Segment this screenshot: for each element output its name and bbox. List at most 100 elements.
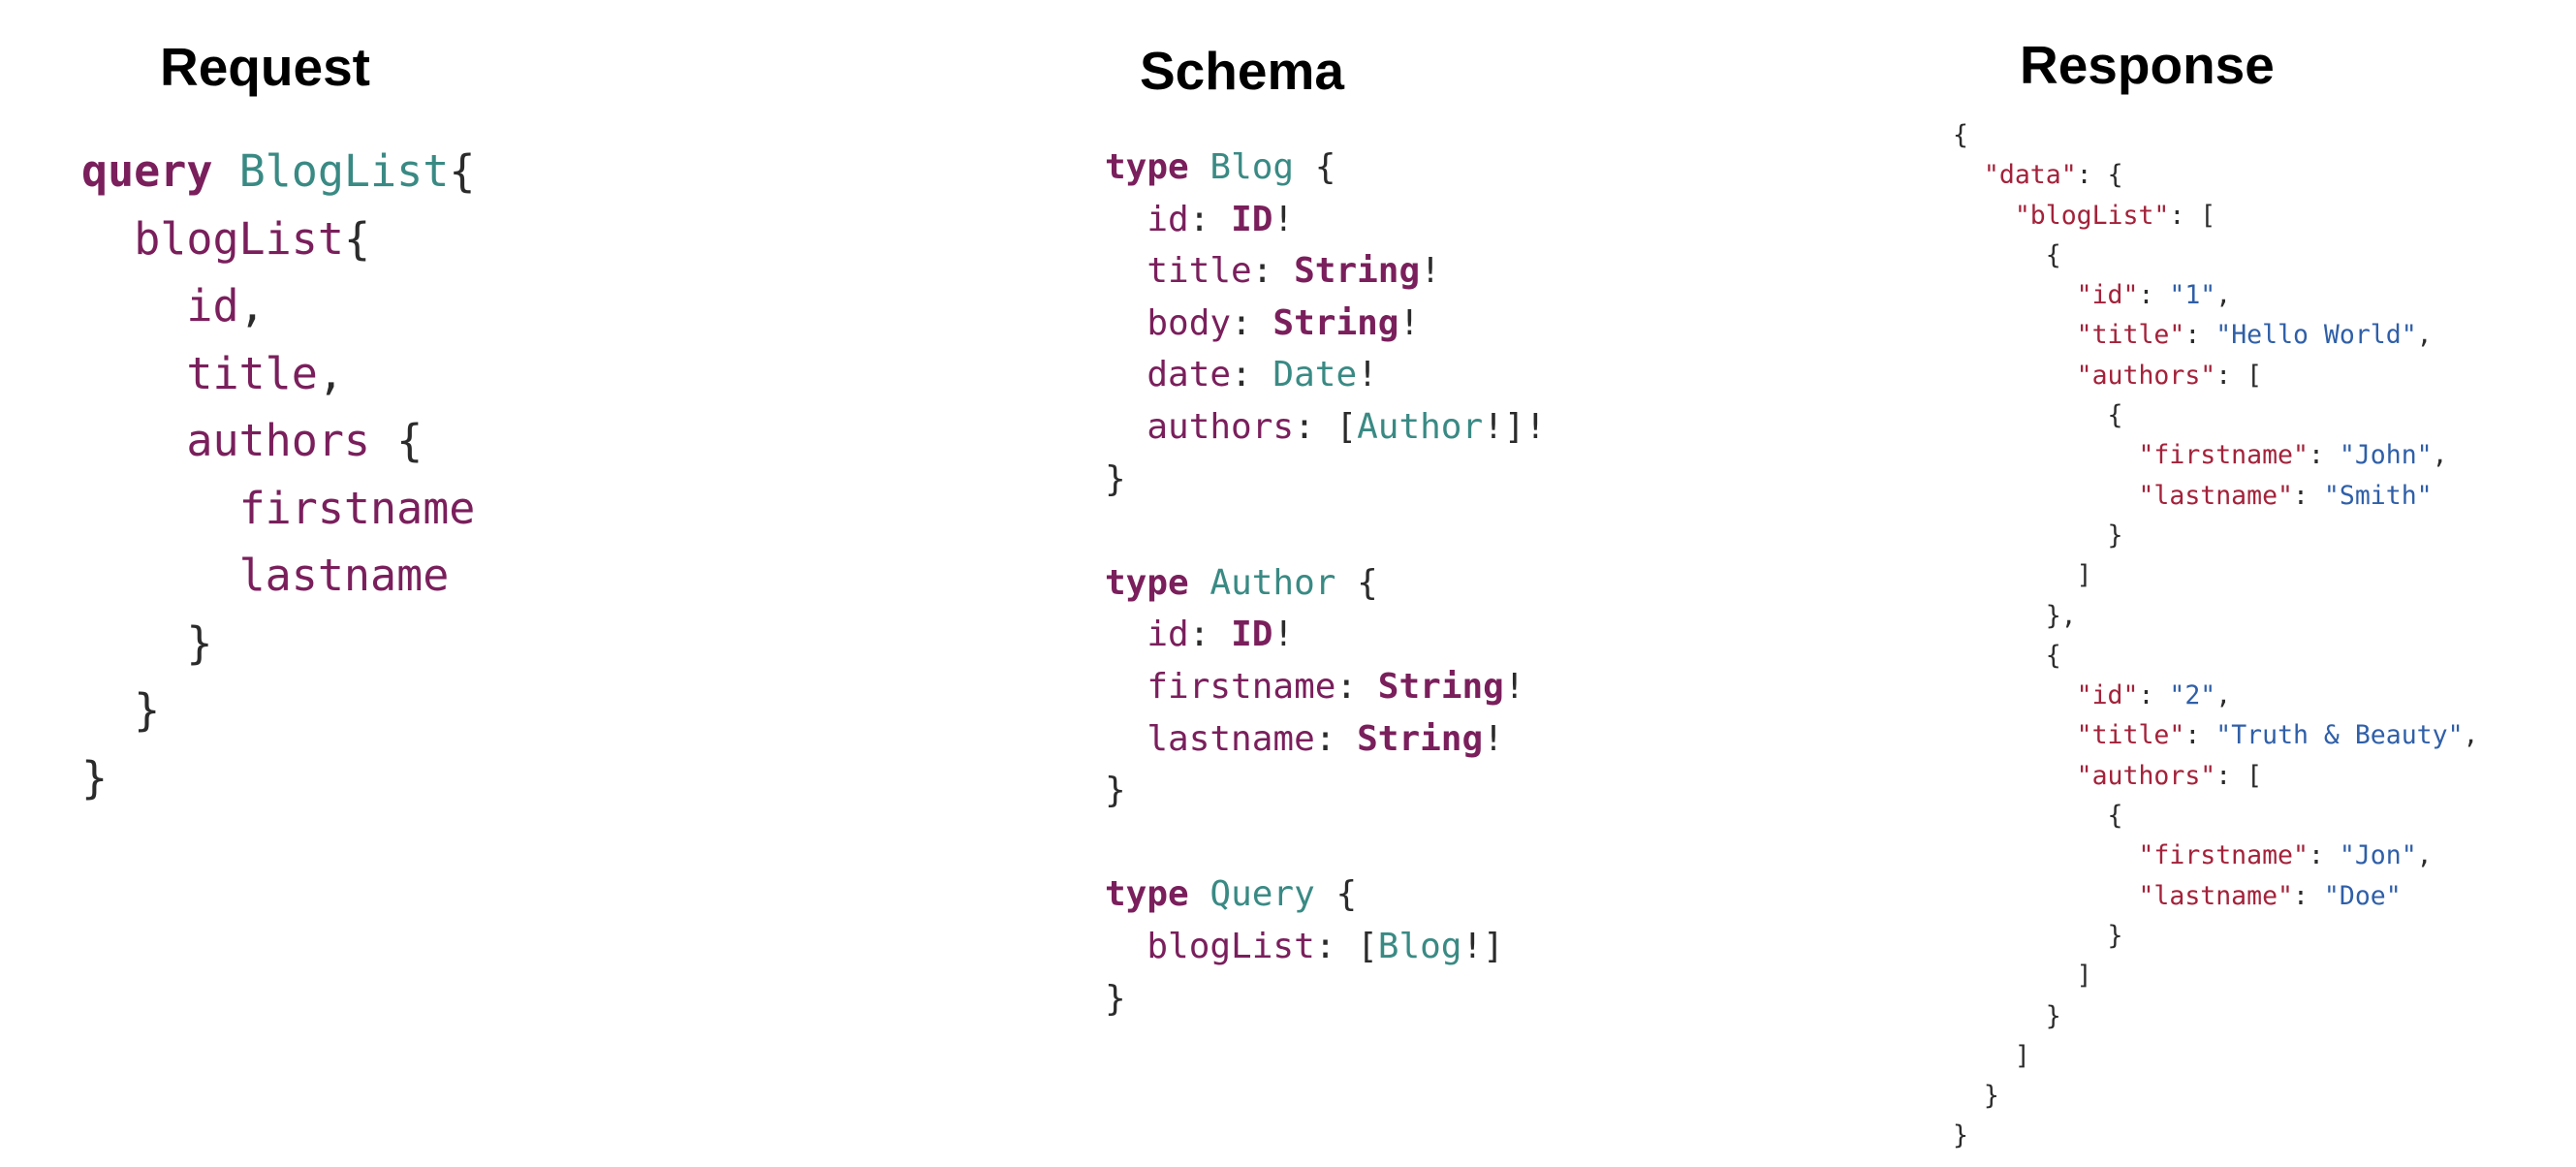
schema-code-line: type Author {	[1105, 557, 1546, 610]
request-code-token-punctuation: }	[81, 616, 213, 669]
schema-code-token-punctuation: !]	[1461, 926, 1504, 966]
request-code-token-punctuation: {	[449, 145, 476, 197]
schema-code-token-punctuation: !	[1483, 718, 1504, 759]
response-code-line: }	[1953, 516, 2479, 555]
request-code-token-field: lastname	[238, 550, 450, 601]
schema-code-token-punctuation	[1189, 874, 1210, 914]
schema-code-token-punctuation: !	[1503, 666, 1525, 707]
schema-code-token-field: id	[1147, 615, 1189, 655]
request-code-token-type-name: BlogList	[238, 145, 450, 197]
response-code-token-punctuation	[1953, 481, 2138, 511]
response-code-line: {	[1953, 115, 2479, 155]
response-code-token-punctuation: ]	[1953, 961, 2092, 992]
response-code-token-punctuation: }	[1953, 1000, 2061, 1031]
response-code-line: ]	[1953, 956, 2479, 995]
response-code-token-punctuation: }	[1953, 1120, 1968, 1151]
response-code-token-punctuation: ,	[2432, 440, 2448, 471]
request-code-line: firstname	[81, 475, 476, 543]
request-panel: Request query BlogList{ blogList{ id, ti…	[0, 0, 872, 1167]
response-code-line: {	[1953, 395, 2479, 435]
response-code-token-punctuation: ,	[2463, 720, 2479, 751]
response-code-line: {	[1953, 236, 2479, 275]
request-code-line: query BlogList{	[81, 138, 475, 205]
schema-code-token-field: authors	[1147, 406, 1295, 447]
response-code-line: ]	[1953, 555, 2479, 595]
request-code-line: }	[81, 610, 475, 678]
request-code-token-punctuation	[81, 280, 186, 331]
response-code-token-punctuation: :	[2293, 880, 2324, 911]
request-code-token-punctuation: }	[81, 751, 109, 804]
schema-code-token-type-name: Date	[1272, 355, 1358, 395]
response-code-line: "lastname": "Smith"	[1953, 476, 2479, 516]
response-code-token-punctuation: },	[1953, 600, 2077, 631]
request-code-token-field: title	[186, 347, 318, 399]
schema-code-token-punctuation	[1189, 147, 1210, 187]
response-code-token-json-key: "authors"	[2076, 760, 2216, 791]
schema-code-line: date: Date!	[1105, 349, 1546, 401]
response-code-token-json-key: "firstname"	[2138, 840, 2309, 871]
response-code-line: }	[1953, 996, 2479, 1036]
schema-code-token-punctuation: {	[1314, 874, 1358, 915]
schema-code-token-keyword: ID	[1231, 199, 1273, 239]
response-code-token-json-key: "firstname"	[2138, 440, 2309, 471]
schema-code-line: }	[1105, 973, 1546, 1025]
request-code-token-punctuation	[81, 550, 239, 601]
response-code-token-punctuation: :	[2184, 320, 2216, 351]
response-code-token-json-key: "title"	[2076, 720, 2185, 751]
request-code-token-punctuation	[81, 483, 239, 534]
schema-code-token-punctuation: !	[1357, 355, 1378, 395]
response-code-line: "authors": [	[1953, 756, 2479, 796]
response-code-token-json-string: "Jon"	[2339, 840, 2417, 871]
schema-code-token-punctuation	[1189, 563, 1210, 603]
schema-code-token-punctuation: }	[1105, 458, 1126, 499]
schema-code-token-punctuation: }	[1105, 771, 1126, 811]
schema-code-token-punctuation: :	[1251, 251, 1295, 292]
response-code-token-json-string: "2"	[2169, 680, 2216, 711]
schema-code-token-field: id	[1147, 199, 1189, 239]
response-code-token-punctuation: {	[1953, 239, 2061, 270]
response-code-token-json-key: "data"	[1983, 160, 2077, 191]
schema-code-token-keyword: ID	[1231, 615, 1273, 655]
response-code-line: "title": "Truth & Beauty",	[1953, 715, 2479, 755]
schema-code-token-punctuation: :	[1188, 199, 1232, 239]
response-code-token-punctuation	[1953, 201, 2015, 231]
request-code-token-field: authors	[186, 415, 371, 466]
schema-code-token-keyword: String	[1357, 718, 1484, 759]
request-code-line: }	[81, 744, 475, 812]
response-code-token-punctuation: : [	[2169, 200, 2216, 231]
schema-code-line	[1105, 505, 1546, 557]
response-code-token-punctuation: :	[2138, 280, 2170, 311]
schema-code-token-punctuation	[1105, 251, 1147, 291]
response-code-token-json-string: "Doe"	[2323, 880, 2402, 911]
schema-code-token-type-name: Query	[1209, 874, 1315, 915]
response-code-token-punctuation: ]	[1953, 1040, 2030, 1071]
response-code-token-punctuation: ,	[2215, 280, 2232, 311]
response-code-token-punctuation: }	[1953, 520, 2123, 551]
schema-panel-title: Schema	[1140, 41, 1344, 101]
schema-code-line: }	[1105, 454, 1546, 506]
response-code-token-json-key: "lastname"	[2138, 480, 2293, 511]
response-code-token-punctuation	[1953, 881, 2138, 911]
schema-code-token-punctuation: :	[1188, 615, 1232, 655]
response-code-line: }	[1953, 916, 2479, 956]
response-code-line: "lastname": "Doe"	[1953, 876, 2479, 916]
response-code-line: {	[1953, 636, 2479, 676]
schema-code-token-punctuation: }	[1105, 978, 1126, 1019]
response-code-token-json-key: "lastname"	[2138, 880, 2293, 911]
response-code-token-punctuation: }	[1953, 1081, 1999, 1112]
response-code-token-punctuation	[1953, 840, 2138, 870]
response-code-token-punctuation: : [	[2215, 760, 2263, 791]
schema-code-line: body: String!	[1105, 298, 1546, 350]
response-code-block: { "data": { "blogList": [ { "id": "1", "…	[1953, 115, 2479, 1156]
response-code-token-punctuation	[1953, 720, 2077, 750]
schema-code-line: authors: [Author!]!	[1105, 401, 1546, 454]
schema-code-line: id: ID!	[1105, 194, 1546, 246]
schema-code-token-punctuation: !	[1272, 199, 1295, 239]
schema-code-token-punctuation	[1105, 927, 1147, 966]
schema-code-token-punctuation: :	[1314, 718, 1358, 759]
response-code-token-json-key: "id"	[2076, 280, 2139, 311]
response-code-token-punctuation: ]	[1953, 560, 2092, 591]
response-code-line: "data": {	[1953, 155, 2479, 195]
response-panel: Response { "data": { "blogList": [ { "id…	[1900, 0, 2576, 1167]
request-code-token-keyword: query	[81, 145, 213, 197]
